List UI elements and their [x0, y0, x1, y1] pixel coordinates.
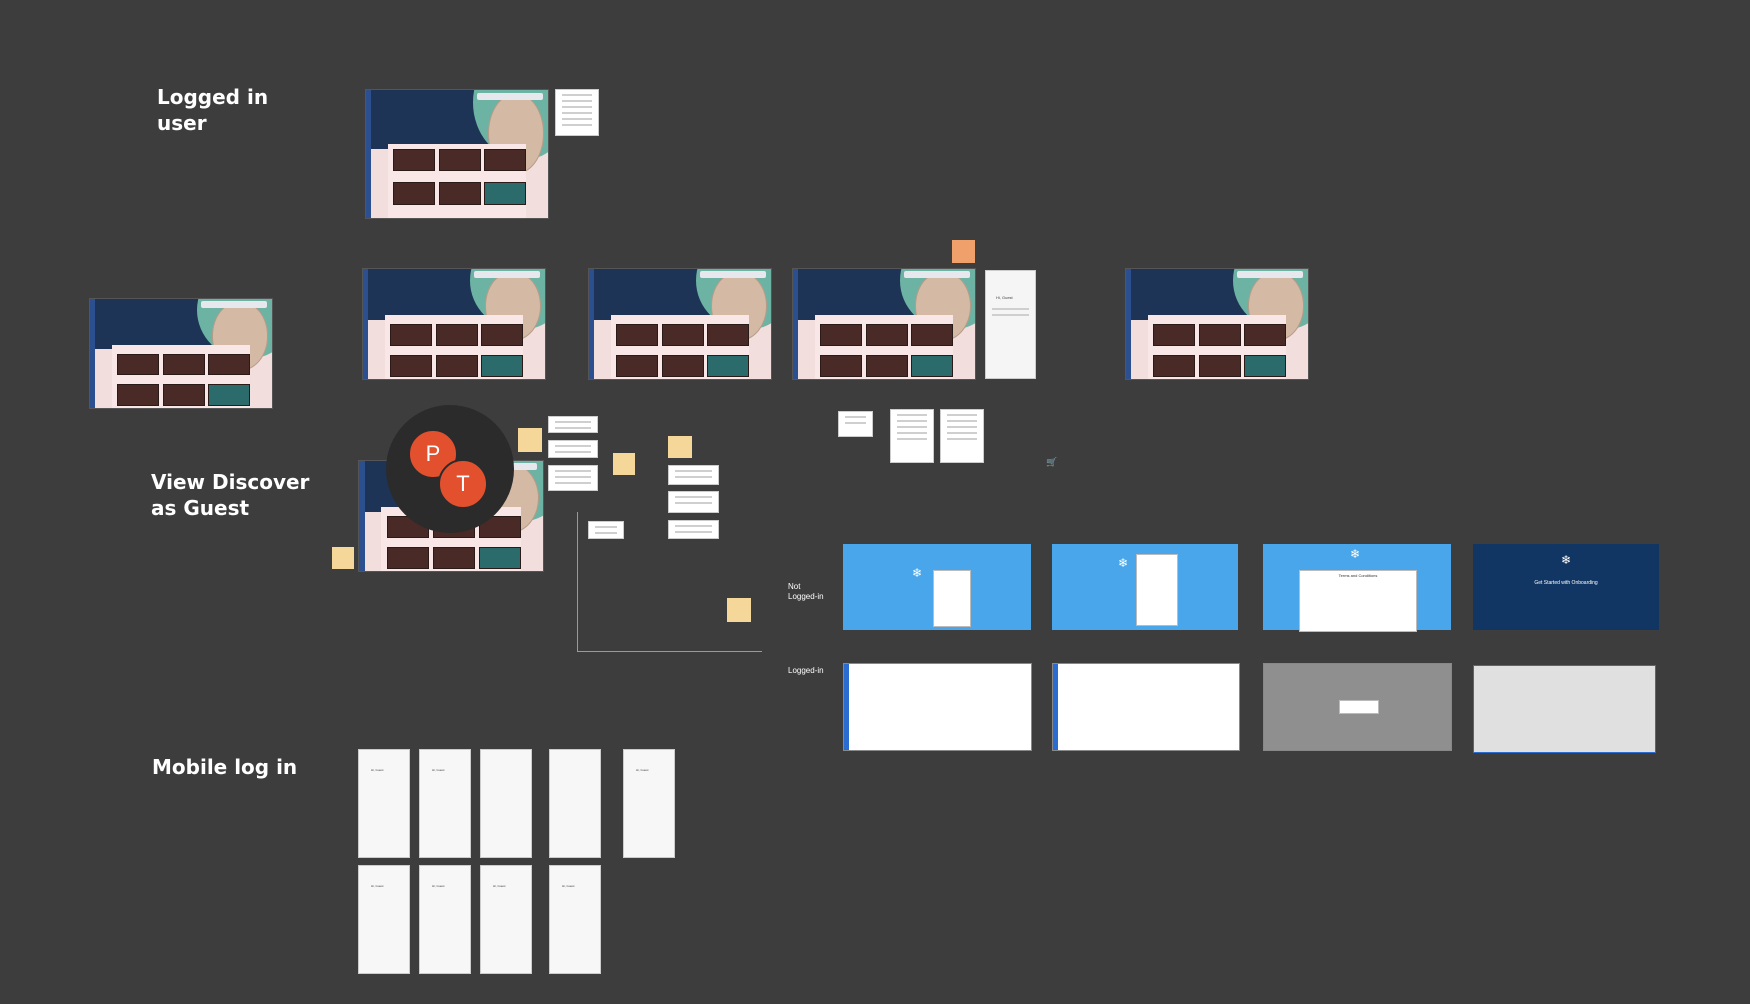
sticky-note-4[interactable] [668, 436, 692, 458]
dropdown-panel-f[interactable] [668, 491, 719, 513]
sticky-note-1[interactable] [332, 547, 354, 569]
artboard-discover-3[interactable] [588, 268, 772, 380]
section-title-view-discover: View Discover as Guest [151, 470, 310, 520]
menu-panel-3[interactable] [940, 409, 984, 463]
mobile-screen-6[interactable]: Hi, Guest [358, 865, 410, 974]
sticky-note-5[interactable] [727, 598, 751, 622]
cart-icon[interactable]: 🛒 [1046, 457, 1057, 468]
snowflake-icon: ❄ [1350, 547, 1361, 561]
mobile-screen-7[interactable]: Hi, Guest [419, 865, 471, 974]
menu-panel-1[interactable] [838, 411, 873, 437]
sticky-note-2[interactable] [518, 428, 542, 452]
flow-screen-login-1[interactable]: ❄ [843, 544, 1031, 630]
guest-side-panel[interactable]: Hi, Guest [985, 270, 1036, 379]
artboard-logged-in-discover[interactable] [365, 89, 549, 219]
mobile-greeting: Hi, Guest [493, 884, 506, 888]
mobile-greeting: Hi, Guest [371, 884, 384, 888]
flow-screen-login-2[interactable]: ❄ [1052, 544, 1238, 630]
section-title-logged-in: Logged in user [157, 85, 269, 135]
collaborator-avatars: P T [386, 405, 514, 533]
mobile-greeting: Hi, Guest [432, 884, 445, 888]
dropdown-panel-b[interactable] [548, 440, 598, 458]
mobile-greeting: Hi, Guest [562, 884, 575, 888]
sticky-note-3[interactable] [613, 453, 635, 475]
connector-horizontal [577, 651, 762, 652]
menu-panel-2[interactable] [890, 409, 934, 463]
mobile-greeting [481, 750, 531, 768]
onboarding-title: Get Started with Onboarding [1534, 580, 1598, 586]
mobile-screen-2[interactable]: Hi, Guest [419, 749, 471, 858]
mobile-screen-5[interactable]: Hi, Guest [623, 749, 675, 858]
avatar-t[interactable]: T [438, 459, 488, 509]
snowflake-icon: ❄ [1561, 553, 1572, 567]
mobile-screen-1[interactable]: Hi, Guest [358, 749, 410, 858]
flow-screen-payment-3[interactable] [1263, 663, 1452, 751]
artboard-discover-5[interactable] [1125, 268, 1309, 380]
snowflake-icon: ❄ [1118, 556, 1129, 570]
snowflake-icon: ❄ [912, 566, 923, 580]
flow-label-not-logged-in: Not Logged-in [788, 582, 824, 601]
guest-greeting: Hi, Guest [996, 295, 1013, 300]
flow-screen-loading[interactable] [1473, 665, 1656, 753]
connector-vertical [577, 512, 578, 652]
dropdown-panel-g[interactable] [668, 520, 719, 539]
artboard-guest-discover[interactable] [89, 298, 273, 409]
terms-title: Terms and Conditions [1338, 573, 1378, 578]
mobile-screen-4[interactable] [549, 749, 601, 858]
dropdown-panel-a[interactable] [548, 416, 598, 433]
dropdown-panel-e[interactable] [668, 465, 719, 485]
artboard-discover-2[interactable] [362, 268, 546, 380]
mobile-greeting: Hi, Guest [371, 768, 384, 772]
flow-label-logged-in: Logged-in [788, 666, 824, 675]
flow-screen-onboarding[interactable]: ❄ Get Started with Onboarding [1473, 544, 1659, 630]
dropdown-panel-d[interactable] [588, 521, 624, 539]
artboard-discover-4[interactable] [792, 268, 976, 380]
dropdown-panel-c[interactable] [548, 465, 598, 491]
flow-screen-payment-1[interactable] [843, 663, 1032, 751]
sticky-note-orange[interactable] [952, 240, 975, 263]
mobile-screen-3[interactable] [480, 749, 532, 858]
flow-screen-terms[interactable]: ❄ Terms and Conditions [1263, 544, 1451, 632]
section-title-mobile-login: Mobile log in [152, 755, 298, 779]
mobile-greeting: Hi, Guest [432, 768, 445, 772]
mobile-screen-9[interactable]: Hi, Guest [549, 865, 601, 974]
mobile-screen-8[interactable]: Hi, Guest [480, 865, 532, 974]
mobile-greeting: Hi, Guest [636, 768, 649, 772]
user-menu-dropdown[interactable] [555, 89, 599, 136]
mobile-greeting [550, 750, 600, 768]
flow-screen-payment-2[interactable] [1052, 663, 1240, 751]
